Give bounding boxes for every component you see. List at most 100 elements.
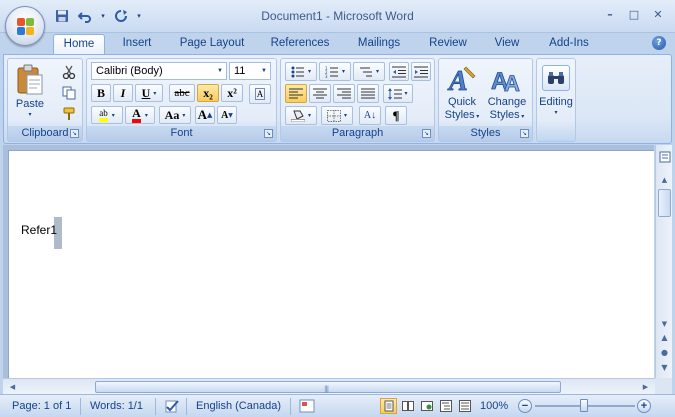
line-spacing-button[interactable]: ▾ [383,84,413,103]
macro-recording-icon[interactable] [298,398,315,414]
multilevel-list-button[interactable]: ▾ [353,62,385,81]
underline-dropdown-icon[interactable]: ▾ [153,90,156,97]
format-painter-icon[interactable] [60,105,78,123]
font-size-combo[interactable]: 11 ▼ [229,62,271,80]
scroll-down-icon[interactable]: ▼ [658,317,671,330]
paste-dropdown-icon: ▾ [28,111,32,118]
editing-label: Editing [539,96,573,108]
svg-text:A: A [504,71,520,95]
numbering-button[interactable]: 123 ▾ [319,62,351,81]
italic-button[interactable]: I [113,84,133,102]
vertical-scroll-thumb[interactable] [658,189,671,217]
bullets-button[interactable]: ▾ [285,62,317,81]
document-text[interactable]: Refer1 [21,223,57,237]
increase-indent-icon[interactable] [411,62,431,81]
cut-icon[interactable] [60,63,78,81]
grow-font-button[interactable]: A ▲ [195,106,215,124]
office-button[interactable] [5,6,45,46]
subscript-button[interactable]: x₂ [197,84,219,102]
scroll-right-icon[interactable]: ▶ [639,380,652,393]
styles-launcher-icon[interactable]: ↘ [520,129,529,138]
minimize-button[interactable]: – [601,6,619,22]
shrink-font-button[interactable]: A ▼ [217,106,237,124]
scroll-up-icon[interactable]: ▲ [658,173,671,186]
font-color-dropdown-icon[interactable]: ▾ [145,112,148,119]
change-case-dropdown-icon[interactable]: ▾ [182,112,185,119]
status-divider [80,398,81,415]
tab-view[interactable]: View [488,34,526,55]
font-color-button[interactable]: A ▾ [125,106,155,124]
paragraph-group: ▾ 123 ▾ ▾ ▾ ▾ ▾ A↓ ¶ Paragraph ↘ [280,58,435,142]
align-right-icon[interactable] [333,84,355,103]
align-left-icon[interactable] [285,84,307,103]
borders-button[interactable]: ▾ [321,106,353,125]
tab-home[interactable]: Home [53,34,105,55]
word-count[interactable]: Words: 1/1 [90,400,143,412]
highlight-button[interactable]: ab ▾ [91,106,123,124]
paste-button[interactable]: Paste ▾ [12,62,48,120]
numbering-icon: 123 [325,66,338,78]
align-center-icon[interactable] [309,84,331,103]
draft-view-icon[interactable] [456,398,473,414]
help-icon[interactable]: ? [652,36,666,50]
web-layout-icon[interactable] [418,398,435,414]
strikethrough-button[interactable]: abc [169,84,195,102]
next-page-icon[interactable]: ▼ [658,361,671,374]
sort-button[interactable]: A↓ [359,106,381,125]
ribbon-tabs: Home Insert Page Layout References Maili… [0,33,675,55]
font-size-dropdown-icon[interactable]: ▼ [258,63,270,79]
change-case-button[interactable]: Aa ▾ [159,106,191,124]
zoom-level[interactable]: 100% [480,400,508,412]
bold-button[interactable]: B [91,84,111,102]
quick-styles-button[interactable]: A Quick Styles ▾ [441,61,483,125]
justify-icon[interactable] [357,84,379,103]
tab-insert[interactable]: Insert [113,34,161,55]
tab-references[interactable]: References [264,34,336,55]
outline-view-icon[interactable] [437,398,454,414]
status-divider [290,398,291,415]
tab-page-layout[interactable]: Page Layout [173,34,251,55]
underline-button[interactable]: U ▾ [135,84,163,102]
select-browse-object-icon[interactable]: ● [658,346,671,359]
horizontal-scrollbar[interactable]: ◀ ||| ▶ [3,378,655,394]
change-styles-button[interactable]: A A Change Styles ▾ [485,61,529,125]
print-layout-icon[interactable] [380,398,397,414]
close-button[interactable]: ✕ [649,6,667,22]
font-launcher-icon[interactable]: ↘ [264,129,273,138]
scroll-left-icon[interactable]: ◀ [6,380,19,393]
vertical-scrollbar[interactable]: ▲ ▼ ▲ ● ▼ [655,145,672,378]
previous-page-icon[interactable]: ▲ [658,331,671,344]
zoom-in-button[interactable]: + [637,399,651,413]
proofing-icon[interactable] [163,398,180,414]
shading-button[interactable]: ▾ [285,106,317,125]
language[interactable]: English (Canada) [196,400,281,412]
styles-group-label: Styles [439,126,532,141]
clear-formatting-button[interactable]: A [249,84,271,104]
clipboard-launcher-icon[interactable]: ↘ [70,129,79,138]
decrease-indent-icon[interactable] [389,62,409,81]
tab-mailings[interactable]: Mailings [350,34,408,55]
copy-icon[interactable] [60,84,78,102]
document-page[interactable]: Refer1 [8,150,654,378]
view-ruler-icon[interactable] [658,149,671,165]
full-screen-reading-icon[interactable] [399,398,416,414]
show-formatting-marks-button[interactable]: ¶ [385,106,407,125]
multilevel-list-icon [359,67,372,76]
superscript-button[interactable]: x² [221,84,243,102]
horizontal-scroll-thumb[interactable]: ||| [95,381,561,393]
svg-text:A: A [447,66,468,95]
status-bar: Page: 1 of 1 Words: 1/1 English (Canada)… [0,394,675,417]
font-name-combo[interactable]: Calibri (Body) ▼ [91,62,227,80]
tab-add-ins[interactable]: Add-Ins [540,34,598,55]
zoom-slider-thumb[interactable] [580,399,588,412]
paragraph-launcher-icon[interactable]: ↘ [422,129,431,138]
zoom-out-button[interactable]: − [518,399,532,413]
page-count[interactable]: Page: 1 of 1 [12,400,71,412]
highlight-dropdown-icon[interactable]: ▾ [112,112,115,119]
tab-review[interactable]: Review [422,34,474,55]
change-styles-label-2: Styles ▾ [489,108,525,121]
font-name-dropdown-icon[interactable]: ▼ [214,63,226,79]
maximize-button[interactable]: □ [625,6,643,22]
editing-button[interactable]: Editing ▾ [538,61,574,139]
ribbon: Paste ▾ Clipboard ↘ Calibri (Body) ▼ 11 … [3,54,672,144]
